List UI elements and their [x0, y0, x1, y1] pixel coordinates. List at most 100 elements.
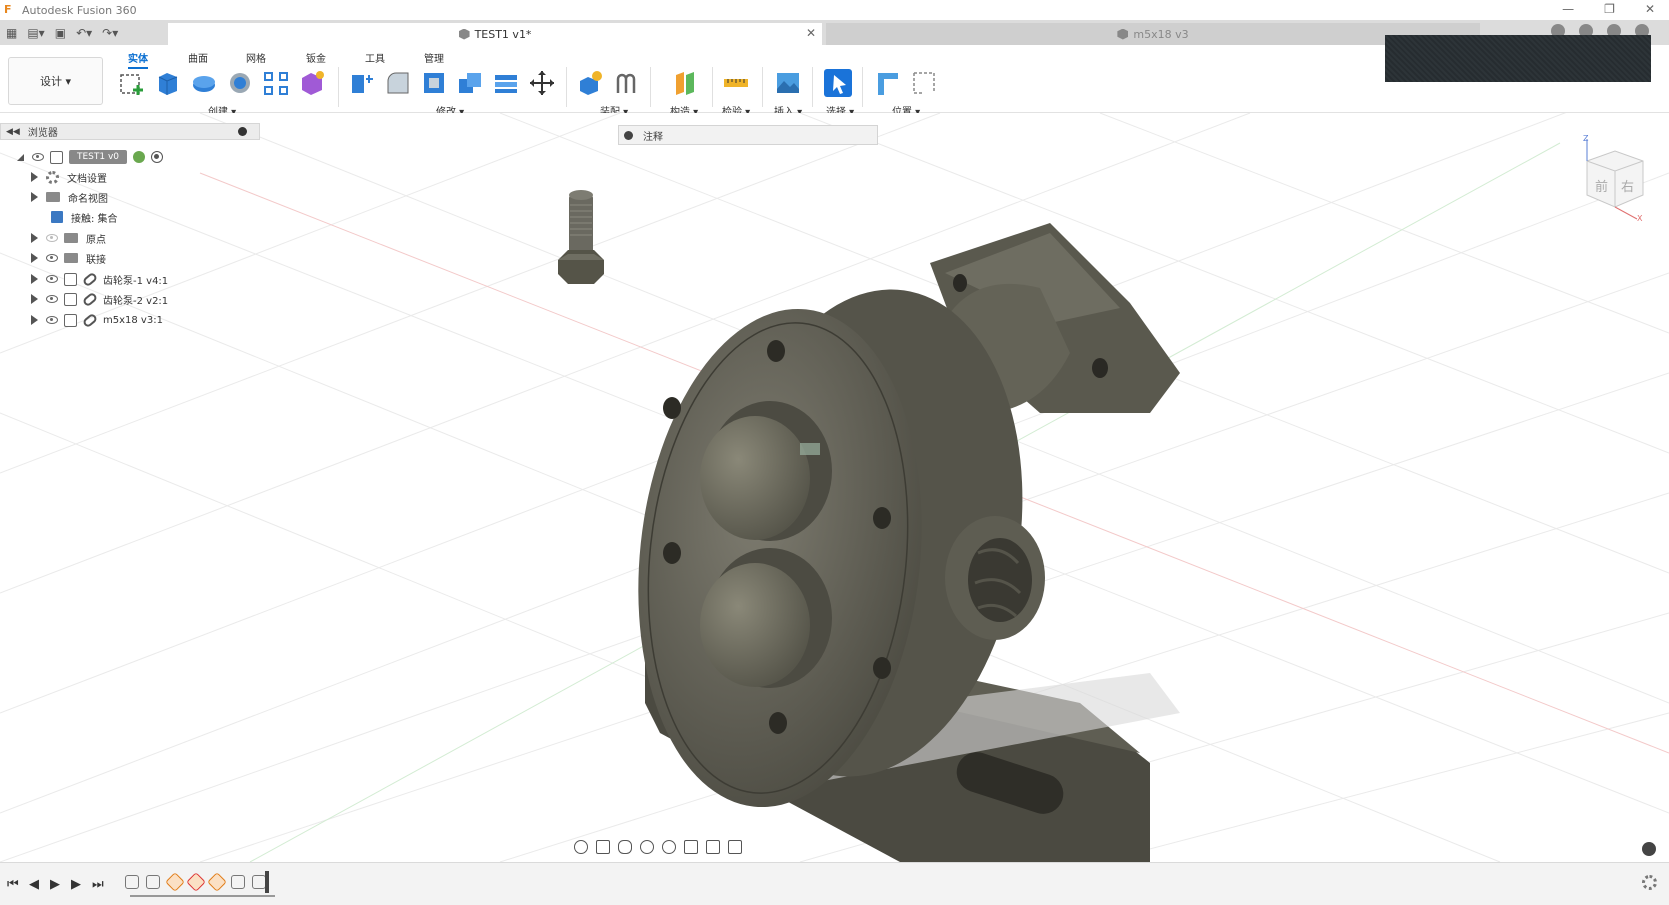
visibility-eye-icon[interactable] [46, 316, 58, 324]
visibility-eye-icon[interactable] [32, 153, 44, 161]
tree-item-contact-sets[interactable]: 接触: 集合 [51, 208, 118, 226]
create-form-icon[interactable] [298, 69, 326, 97]
tab-tools[interactable]: 工具 [365, 50, 385, 65]
expand-toggle-icon[interactable] [31, 233, 38, 243]
expand-toggle-icon[interactable] [31, 294, 38, 304]
measure-icon[interactable] [722, 69, 750, 97]
expand-toggle-icon[interactable] [17, 153, 24, 161]
revert-position-icon[interactable] [910, 69, 938, 97]
timeline-feature-joint[interactable] [165, 872, 185, 892]
3d-viewport[interactable] [0, 113, 1669, 862]
visibility-eye-icon[interactable] [46, 295, 58, 303]
tab-manage[interactable]: 管理 [424, 50, 444, 65]
visibility-eye-icon[interactable] [46, 254, 58, 262]
tree-item-joints[interactable]: 联接 [31, 249, 106, 267]
extrude-icon[interactable] [154, 69, 182, 97]
redo-icon[interactable]: ↷▾ [102, 26, 118, 40]
capture-position-icon[interactable] [874, 69, 902, 97]
insert-image-icon[interactable] [774, 69, 802, 97]
sweep-icon[interactable] [226, 69, 254, 97]
annotation-panel[interactable]: 注释 [618, 125, 878, 145]
tree-item-label: 齿轮泵-1 v4:1 [103, 275, 169, 287]
tab-m5x18[interactable]: m5x18 v3 [826, 23, 1480, 45]
timeline-play-button[interactable]: ▶ [50, 877, 60, 892]
activate-badge-icon[interactable] [133, 151, 146, 163]
timeline-end-button[interactable]: ⏭ [92, 877, 104, 892]
minimize-button[interactable]: — [1562, 2, 1574, 16]
tab-m5x18-label: m5x18 v3 [1133, 27, 1189, 41]
timeline-feature-component[interactable] [125, 875, 139, 889]
restore-button[interactable]: ❐ [1604, 2, 1615, 16]
shell-icon[interactable] [420, 69, 448, 97]
active-radio-icon[interactable] [151, 151, 164, 163]
visibility-eye-icon[interactable] [46, 234, 58, 242]
orbit-icon[interactable] [574, 840, 588, 854]
fillet-icon[interactable] [384, 69, 412, 97]
timeline-marker[interactable] [265, 871, 269, 893]
timeline-feature-joint[interactable] [207, 872, 227, 892]
pan-hand-icon[interactable] [618, 840, 632, 854]
timeline-start-button[interactable]: ⏮ [7, 877, 19, 892]
joint-icon[interactable] [612, 69, 640, 97]
select-icon[interactable] [824, 69, 852, 97]
file-menu-icon[interactable]: ▤▾ [27, 26, 44, 40]
expand-toggle-icon[interactable] [31, 172, 38, 182]
tree-item-origin[interactable]: 原点 [31, 229, 106, 247]
tab-solid[interactable]: 实体 [128, 50, 148, 69]
browser-panel-header[interactable]: ◀◀ 浏览器 [0, 123, 260, 140]
new-component-icon[interactable] [576, 69, 604, 97]
ribbon-separator [712, 67, 713, 107]
close-window-button[interactable]: ✕ [1645, 2, 1655, 16]
view-cube[interactable]: 前 右 Z X [1575, 133, 1650, 223]
app-grid-icon[interactable]: ▦ [6, 26, 17, 40]
timeline-feature-component[interactable] [252, 875, 266, 889]
tree-item-label: m5x18 v3:1 [103, 314, 163, 326]
offset-face-icon[interactable] [492, 69, 520, 97]
component-icon [64, 292, 77, 306]
tab-test1[interactable]: TEST1 v1* ✕ [168, 23, 822, 45]
combine-icon[interactable] [456, 69, 484, 97]
save-icon[interactable]: ▣ [55, 26, 66, 40]
timeline-settings-gear-icon[interactable] [1642, 875, 1657, 890]
pattern-icon[interactable] [262, 69, 290, 97]
expand-toggle-icon[interactable] [31, 315, 38, 325]
tab-sheet-metal[interactable]: 钣金 [306, 50, 326, 65]
offset-plane-icon[interactable] [672, 69, 700, 97]
tree-item-m5x18[interactable]: m5x18 v3:1 [31, 311, 163, 329]
timeline-feature-joint-origin[interactable] [231, 875, 245, 889]
zoom-icon[interactable] [640, 840, 654, 854]
undo-icon[interactable]: ↶▾ [76, 26, 92, 40]
fit-zoom-icon[interactable] [662, 840, 676, 854]
timeline-step-back-button[interactable]: ◀ [29, 877, 39, 892]
press-pull-icon[interactable] [348, 69, 376, 97]
display-settings-icon[interactable] [684, 840, 698, 854]
view-cube-front[interactable]: 前 [1595, 179, 1608, 195]
tree-item-named-views[interactable]: 命名视图 [31, 188, 108, 206]
viewports-icon[interactable] [728, 840, 742, 854]
timeline-feature-joint-error[interactable] [186, 872, 206, 892]
tree-item-gear-pump-1[interactable]: 齿轮泵-1 v4:1 [31, 270, 168, 288]
close-tab-button[interactable]: ✕ [806, 26, 816, 40]
browser-pin-icon[interactable] [238, 127, 247, 136]
expand-toggle-icon[interactable] [31, 274, 38, 284]
tab-surface[interactable]: 曲面 [188, 50, 208, 65]
look-at-icon[interactable] [596, 840, 610, 854]
tree-item-gear-pump-2[interactable]: 齿轮泵-2 v2:1 [31, 290, 168, 308]
timeline-step-forward-button[interactable]: ▶ [71, 877, 81, 892]
new-sketch-icon[interactable] [118, 69, 146, 97]
move-icon[interactable] [528, 69, 556, 97]
tab-mesh[interactable]: 网格 [246, 50, 266, 65]
revolve-icon[interactable] [190, 69, 218, 97]
grid-settings-icon[interactable] [706, 840, 720, 854]
workspace-switcher-button[interactable]: 设计 ▾ [8, 57, 103, 105]
view-cube-right[interactable]: 右 [1621, 180, 1634, 195]
timeline-feature-component[interactable] [146, 875, 160, 889]
tree-item-document-settings[interactable]: 文档设置 [31, 168, 107, 186]
expand-toggle-icon[interactable] [31, 192, 38, 202]
add-annotation-icon[interactable] [624, 130, 633, 140]
visibility-eye-icon[interactable] [46, 275, 58, 283]
tree-root[interactable]: TEST1 v0 [17, 148, 164, 166]
collapse-browser-button[interactable]: ◀◀ [6, 127, 20, 137]
comments-icon[interactable] [1642, 842, 1656, 856]
expand-toggle-icon[interactable] [31, 253, 38, 263]
